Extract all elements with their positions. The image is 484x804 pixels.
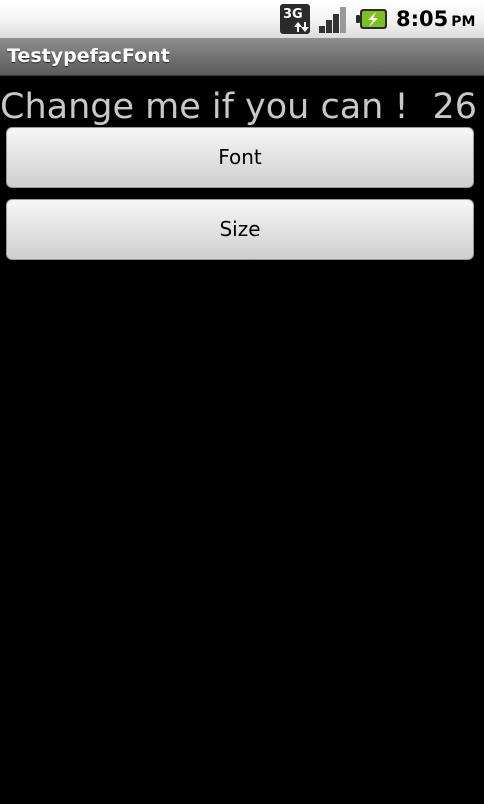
status-clock: 8:05 PM [396,5,475,33]
signal-strength-icon [319,7,346,33]
font-size-value: 26 [432,87,478,127]
sample-text-view: Change me if you can ! 26 [0,82,484,132]
svg-text:3G: 3G [283,7,303,22]
app-title-bar: TestypefacFont [0,38,484,76]
status-bar: 3G 8:05 PM [0,0,484,38]
sample-text: Change me if you can ! [0,87,409,127]
clock-time: 8:05 [396,7,449,31]
app-screen: 3G 8:05 PM TestypefacFont Change me if yo… [0,0,484,804]
battery-charging-icon [356,9,387,29]
app-title: TestypefacFont [7,45,170,67]
main-content: Change me if you can ! 26 Font Size [0,76,484,804]
size-button[interactable]: Size [6,199,474,260]
font-button[interactable]: Font [6,127,474,188]
3g-data-icon: 3G [280,4,310,34]
clock-ampm: PM [451,14,476,30]
